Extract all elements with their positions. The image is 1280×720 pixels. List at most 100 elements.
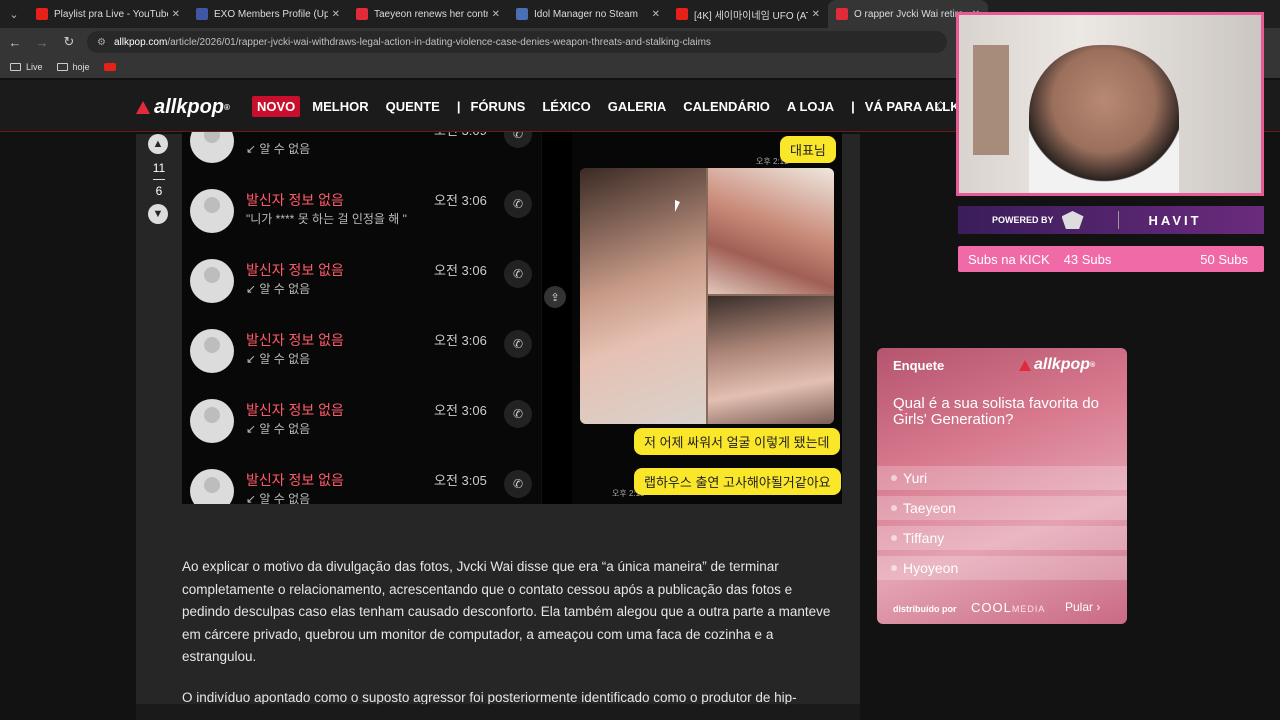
caller-name: 발신자 정보 없음	[246, 192, 344, 208]
caller-name: 발신자 정보 없음	[246, 332, 344, 348]
bookmark-label: Live	[26, 62, 43, 72]
photo	[580, 168, 706, 424]
folder-icon	[10, 63, 21, 71]
close-tab-icon[interactable]: ✕	[812, 9, 820, 20]
keyd-stars-logo-icon	[1061, 211, 1084, 229]
bookmark-hoje[interactable]: hoje	[56, 62, 90, 72]
photo	[708, 168, 834, 294]
coolmedia-logo[interactable]: COOLMEDIA	[971, 600, 1045, 615]
close-tab-icon[interactable]: ✕	[492, 9, 500, 20]
call-status: ↙ 알 수 없음	[246, 422, 311, 436]
youtube-icon	[36, 8, 48, 20]
subs-count: 43 Subs	[1063, 251, 1112, 267]
poll-logo-text: allkpop	[1034, 356, 1091, 373]
tab-title: O rapper Jvcki Wai retira ação j	[854, 8, 968, 20]
subs-goal: 50 Subs	[1200, 251, 1248, 267]
tab-title: Taeyeon renews her contract w	[374, 8, 488, 20]
nav-item[interactable]: FÓRUNS	[470, 99, 525, 114]
browser-tab[interactable]: Playlist pra Live - YouTube ✕	[28, 0, 188, 28]
distributed-by-label: distribuído por	[893, 604, 957, 614]
poll-logo: allkpop ®	[1019, 356, 1095, 374]
webcam-overlay	[956, 12, 1264, 196]
close-tab-icon[interactable]: ✕	[332, 9, 340, 20]
tab-title: Idol Manager no Steam	[534, 8, 638, 20]
browser-tab[interactable]: Idol Manager no Steam ✕	[508, 0, 668, 28]
forward-icon[interactable]: →	[30, 30, 54, 54]
tab-title: Playlist pra Live - YouTube	[54, 8, 168, 20]
youtube-icon	[676, 8, 688, 20]
nav-separator: |	[851, 99, 855, 114]
nav-item[interactable]: QUENTE	[386, 99, 440, 114]
chat-bubble: 저 어제 싸워서 얼굴 이렇게 됐는데	[634, 428, 840, 455]
call-row: 발신자 정보 없음 ↙ 알 수 없음 오전 3:06 ✆	[182, 244, 542, 314]
subs-label: Subs na KICK	[968, 251, 1050, 267]
call-status: ↙ 알 수 없음	[246, 492, 311, 504]
logo-mark-icon	[136, 101, 150, 114]
call-status: ↙ 알 수 없음	[246, 142, 311, 156]
call-time: 오전 3:09	[434, 132, 487, 139]
poll-option[interactable]: Yuri	[877, 466, 1127, 490]
shelf	[973, 45, 1009, 155]
diamond-icon[interactable]: ◇	[936, 98, 945, 112]
tab-search-icon[interactable]: ⌄	[0, 0, 28, 28]
kprofiles-icon	[196, 8, 208, 20]
address-bar[interactable]: ⚙ allkpop.com/article/2026/01/rapper-jvc…	[87, 31, 947, 53]
upvote-icon[interactable]: ▲	[148, 134, 168, 154]
downvote-icon[interactable]: ▼	[148, 204, 168, 224]
vote-down-count: 6	[155, 184, 163, 198]
close-tab-icon[interactable]: ✕	[172, 9, 180, 20]
caller-name: 발신자 정보 없음	[246, 402, 344, 418]
avatar-icon	[190, 189, 234, 233]
site-info-icon[interactable]: ⚙	[97, 37, 106, 48]
bookmark-live[interactable]: Live	[10, 62, 43, 72]
skip-button[interactable]: Pular ›	[1065, 600, 1100, 614]
nav-item[interactable]: GALERIA	[608, 99, 667, 114]
avatar-icon	[190, 399, 234, 443]
browser-tab[interactable]: Taeyeon renews her contract w ✕	[348, 0, 508, 28]
youtube-icon	[103, 63, 116, 71]
chat-screenshot: 오후 2:12 대표님 저 어제 싸워서 얼굴 이렇게 됐는데 오후 2:13 …	[572, 132, 842, 504]
nav-item[interactable]: A LOJA	[787, 99, 834, 114]
call-time: 오전 3:06	[434, 333, 487, 348]
poll-option[interactable]: Tiffany	[877, 526, 1127, 550]
bookmark-youtube[interactable]	[103, 63, 116, 71]
avatar-icon	[190, 259, 234, 303]
poll-widget: Enquete allkpop ® Qual é a sua solista fa…	[877, 348, 1127, 624]
allkpop-icon	[356, 8, 368, 20]
call-time: 오전 3:06	[434, 263, 487, 278]
photo-grid	[580, 168, 834, 424]
browser-tab[interactable]: [4K] 세이마이네임 UFO (ATTEN ✕	[668, 0, 828, 28]
call-time: 오전 3:06	[434, 403, 487, 418]
share-icon[interactable]: ⇪	[544, 286, 566, 308]
bottom-bar	[136, 704, 860, 720]
reload-icon[interactable]: ↻	[57, 30, 81, 54]
nav-item[interactable]: CALENDÁRIO	[683, 99, 770, 114]
tab-title: EXO Members Profile (Updated	[214, 8, 328, 20]
main-nav: NOVO MELHOR QUENTE | FÓRUNS LÉXICO GALERIA CALE…	[252, 96, 996, 117]
call-status: ↙ 알 수 없음	[246, 282, 311, 296]
close-tab-icon[interactable]: ✕	[652, 9, 660, 20]
article-paragraph: O indivíduo apontado como o suposto agre…	[182, 690, 797, 705]
avatar-icon	[190, 329, 234, 373]
allkpop-logo[interactable]: allkpop ®	[136, 96, 230, 119]
vote-up-count: 11	[152, 161, 166, 175]
powered-by-label: POWERED BY	[992, 215, 1054, 225]
phone-icon: ✆	[504, 400, 532, 428]
nav-item[interactable]: LÉXICO	[542, 99, 590, 114]
poll-option[interactable]: Taeyeon	[877, 496, 1127, 520]
browser-tab[interactable]: EXO Members Profile (Updated ✕	[188, 0, 348, 28]
tab-title: [4K] 세이마이네임 UFO (ATTEN	[694, 10, 808, 22]
logo-text: allkpop	[154, 96, 225, 118]
subs-goal-bar: Subs na KICK 43 Subs 50 Subs	[958, 246, 1264, 272]
call-row: 발신자 정보 없음 "니가 **** 못 하는 걸 인정을 해 " 오전 3:06 ✆	[182, 174, 542, 244]
distributor-suffix: MEDIA	[1011, 604, 1046, 614]
nav-item[interactable]: MELHOR	[312, 99, 368, 114]
poll-option[interactable]: Hyoyeon	[877, 556, 1127, 580]
distributor-name: COOL	[971, 600, 1012, 615]
call-time: 오전 3:05	[434, 473, 487, 488]
nav-item[interactable]: NOVO	[252, 96, 301, 117]
poll-question: Qual é a sua solista favorita do Girls' …	[893, 395, 1099, 428]
back-icon[interactable]: ←	[3, 30, 27, 54]
phone-icon: ✆	[504, 260, 532, 288]
allkpop-icon	[836, 8, 848, 20]
